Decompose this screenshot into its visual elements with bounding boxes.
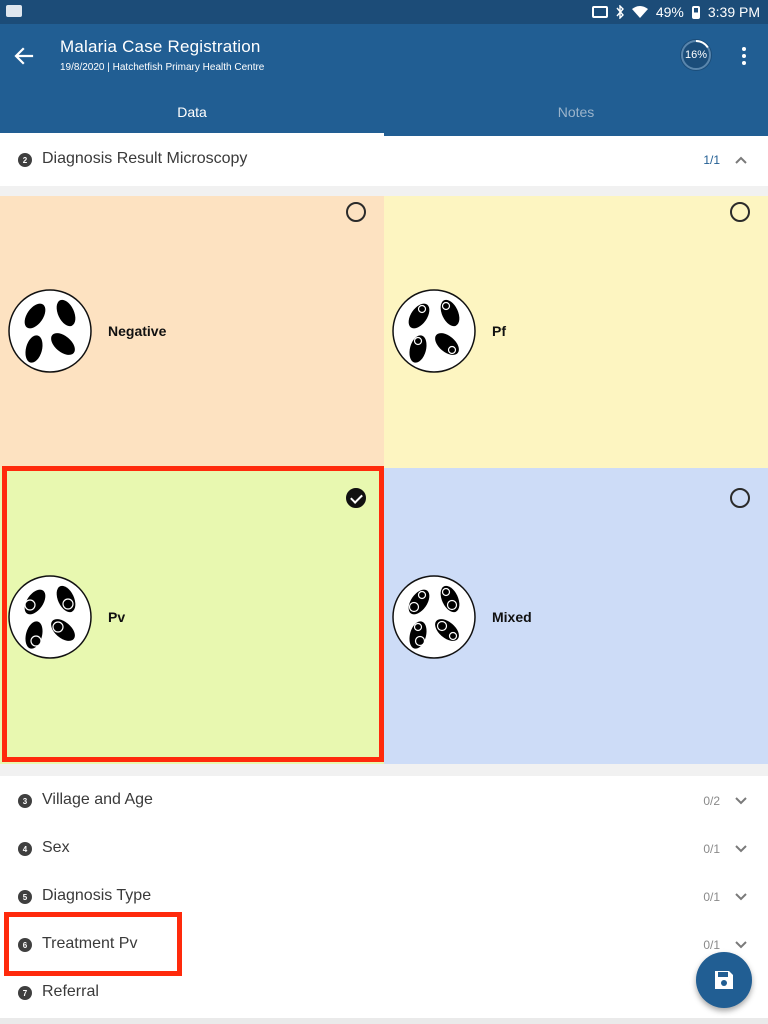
section-number: 5 xyxy=(18,890,32,904)
mixed-cells-icon xyxy=(392,575,476,659)
section-title: Sex xyxy=(42,839,70,856)
section-diagnosis-type[interactable]: 5 Diagnosis Type 0/1 xyxy=(0,872,768,920)
app-bar: Malaria Case Registration 19/8/2020 | Ha… xyxy=(0,24,768,88)
section-count: 0/2 xyxy=(703,794,720,808)
pv-cells-icon xyxy=(8,575,92,659)
completion-progress: 16% xyxy=(680,39,712,71)
option-label: Mixed xyxy=(492,609,532,625)
progress-percent: 16% xyxy=(684,49,708,61)
status-icons: 49% 3:39 PM xyxy=(591,3,760,21)
section-title: Village and Age xyxy=(42,791,153,808)
save-icon xyxy=(715,971,733,989)
wifi-icon xyxy=(631,6,648,18)
section-title: Referral xyxy=(42,983,99,1000)
section-title: Diagnosis Type xyxy=(42,887,152,904)
option-label: Pv xyxy=(108,609,126,625)
option-label: Pf xyxy=(492,323,506,339)
option-pf[interactable]: Pf xyxy=(384,196,768,468)
section-treatment-pv[interactable]: 6 Treatment Pv 0/1 xyxy=(0,920,768,968)
chevron-down-icon xyxy=(735,797,747,805)
section-count: 0/1 xyxy=(703,890,720,904)
pf-cells-icon xyxy=(392,289,476,373)
more-options-button[interactable] xyxy=(732,42,756,70)
section-count: 1/1 xyxy=(703,153,720,167)
section-village-and-age[interactable]: 3 Village and Age 0/2 xyxy=(0,776,768,824)
battery-percent: 49% xyxy=(655,4,684,20)
radio-negative[interactable] xyxy=(346,202,366,222)
section-count: 0/1 xyxy=(703,938,720,952)
battery-icon xyxy=(691,5,700,19)
status-bar: 49% 3:39 PM xyxy=(0,0,768,24)
bluetooth-icon xyxy=(616,5,624,19)
page-subtitle: 19/8/2020 | Hatchetfish Primary Health C… xyxy=(60,62,265,73)
section-number: 6 xyxy=(18,938,32,952)
section-count: 0/1 xyxy=(703,842,720,856)
diagnosis-options: Negative Pf Pv Mixed xyxy=(0,186,768,776)
section-diagnosis-result-microscopy[interactable]: 2 Diagnosis Result Microscopy 1/1 xyxy=(0,136,768,184)
tab-bar: Data Notes xyxy=(0,88,768,136)
chevron-down-icon xyxy=(735,893,747,901)
chevron-down-icon xyxy=(735,941,747,949)
back-button[interactable] xyxy=(10,42,38,70)
option-mixed[interactable]: Mixed xyxy=(384,468,768,764)
section-number: 2 xyxy=(18,153,32,167)
page-title: Malaria Case Registration xyxy=(60,37,261,56)
section-number: 7 xyxy=(18,986,32,1000)
cast-icon xyxy=(591,6,608,18)
option-negative[interactable]: Negative xyxy=(0,196,384,468)
section-sex[interactable]: 4 Sex 0/1 xyxy=(0,824,768,872)
more-dot xyxy=(742,61,746,65)
section-title: Diagnosis Result Microscopy xyxy=(42,150,248,167)
more-dot xyxy=(742,47,746,51)
radio-pv-checked[interactable] xyxy=(346,488,366,508)
option-label: Negative xyxy=(108,323,167,339)
tab-data[interactable]: Data xyxy=(0,88,384,136)
tab-notes[interactable]: Notes xyxy=(384,88,768,136)
clock: 3:39 PM xyxy=(707,4,760,20)
arrow-back-icon xyxy=(14,47,34,65)
radio-pf[interactable] xyxy=(730,202,750,222)
video-notification-icon xyxy=(6,5,22,17)
save-button[interactable] xyxy=(696,952,752,1008)
section-referral[interactable]: 7 Referral xyxy=(0,968,768,1016)
bottom-divider xyxy=(0,1018,768,1024)
chevron-up-icon xyxy=(735,156,747,164)
more-dot xyxy=(742,54,746,58)
negative-cells-icon xyxy=(8,289,92,373)
chevron-down-icon xyxy=(735,845,747,853)
radio-mixed[interactable] xyxy=(730,488,750,508)
option-pv[interactable]: Pv xyxy=(0,468,384,764)
section-number: 4 xyxy=(18,842,32,856)
section-number: 3 xyxy=(18,794,32,808)
section-title: Treatment Pv xyxy=(42,935,138,952)
